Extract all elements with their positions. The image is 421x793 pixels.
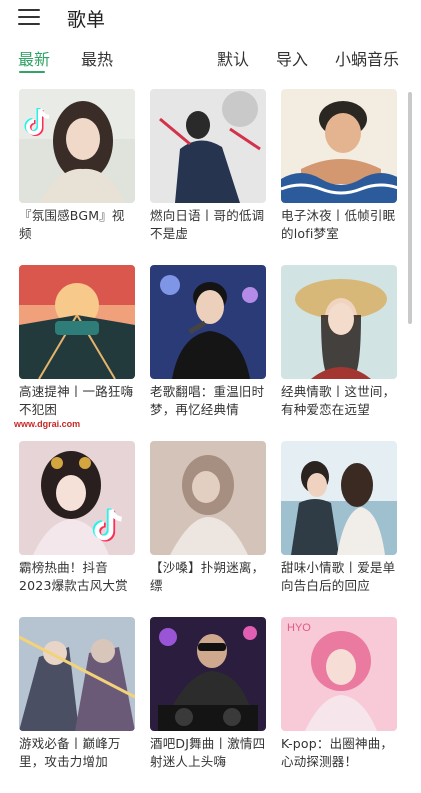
playlist-card[interactable]: 燃向日语丨哥的低调 不是虚 xyxy=(150,89,266,243)
playlist-cover xyxy=(19,441,135,555)
playlist-cover xyxy=(281,265,397,379)
playlist-card[interactable]: 经典情歌丨这世间， 有种爱恋在远望 xyxy=(281,265,397,419)
playlist-card[interactable]: 电子沐夜丨低帧引眠 的lofi梦室 xyxy=(281,89,397,243)
svg-text:HYO: HYO xyxy=(287,622,311,634)
playlist-cover xyxy=(19,89,135,203)
menu-icon[interactable] xyxy=(18,9,40,27)
playlist-title: 【沙嗓】扑朔迷离，缥 缈听感 xyxy=(150,560,265,593)
tab-latest[interactable]: 最新 xyxy=(18,46,50,70)
playlist-title: 燃向日语丨哥的低调 不是虚 xyxy=(150,208,265,241)
playlist-cover xyxy=(19,265,135,379)
watermark: www.dgrai.com xyxy=(14,419,81,429)
playlist-title: 经典情歌丨这世间， 有种爱恋在远望 xyxy=(281,384,396,417)
playlist-card[interactable]: 酒吧DJ舞曲丨激情四 射迷人上头嗨 xyxy=(150,617,266,771)
default-sort-button[interactable]: 默认 xyxy=(217,46,249,70)
playlist-title: 高速提神丨一路狂嗨 不犯困 xyxy=(19,384,134,417)
playlist-cover xyxy=(150,265,266,379)
page-title: 歌单 xyxy=(67,9,106,31)
tab-hottest[interactable]: 最热 xyxy=(81,46,113,70)
playlist-cover xyxy=(19,617,135,731)
playlist-cover xyxy=(150,89,266,203)
playlist-cover xyxy=(150,441,266,555)
playlist-card[interactable]: 老歌翻唱：重温旧时 梦，再忆经典情 xyxy=(150,265,266,419)
playlist-card[interactable]: 【沙嗓】扑朔迷离，缥 缈听感 xyxy=(150,441,266,595)
playlist-cover: HYO xyxy=(281,617,397,731)
xiaowo-music-button[interactable]: 小蜗音乐 xyxy=(335,46,399,70)
tiktok-logo-icon xyxy=(91,505,125,542)
tiktok-logo-icon xyxy=(23,105,57,139)
playlist-cover xyxy=(150,617,266,731)
playlist-card[interactable]: 高速提神丨一路狂嗨 不犯困 xyxy=(19,265,135,419)
import-button[interactable]: 导入 xyxy=(276,46,308,70)
sort-tabs: 最新 最热 默认 导入 小蜗音乐 xyxy=(0,46,421,76)
active-tab-indicator xyxy=(19,71,45,73)
playlist-title: 『氛围感BGM』视频 注入灵魂首选 xyxy=(19,208,125,241)
playlist-title: 老歌翻唱：重温旧时 梦，再忆经典情 xyxy=(150,384,265,417)
scrollbar[interactable] xyxy=(408,92,412,324)
playlist-title: K-pop：出圈神曲， 心动探测器！ xyxy=(281,736,394,769)
playlist-card[interactable]: HYO K-pop：出圈神曲， 心动探测器！ xyxy=(281,617,397,771)
playlist-card[interactable]: 霸榜热曲！抖音 2023爆款古风大赏 xyxy=(19,441,135,595)
app-header: 歌单 xyxy=(0,0,421,40)
playlist-cover xyxy=(281,89,397,203)
playlist-title: 霸榜热曲！抖音 2023爆款古风大赏 xyxy=(19,560,128,593)
playlist-title: 酒吧DJ舞曲丨激情四 射迷人上头嗨 xyxy=(150,736,266,769)
playlist-cover xyxy=(281,441,397,555)
playlist-card[interactable]: 『氛围感BGM』视频 注入灵魂首选 xyxy=(19,89,135,243)
playlist-title: 游戏必备丨巅峰万 里，攻击力增加10... xyxy=(19,736,121,769)
playlist-title: 电子沐夜丨低帧引眠 的lofi梦室 xyxy=(281,208,396,241)
playlist-card[interactable]: 游戏必备丨巅峰万 里，攻击力增加10... xyxy=(19,617,135,771)
playlist-title: 甜味小情歌丨爱是单 向告白后的回应 xyxy=(281,560,396,593)
playlist-card[interactable]: 甜味小情歌丨爱是单 向告白后的回应 xyxy=(281,441,397,595)
